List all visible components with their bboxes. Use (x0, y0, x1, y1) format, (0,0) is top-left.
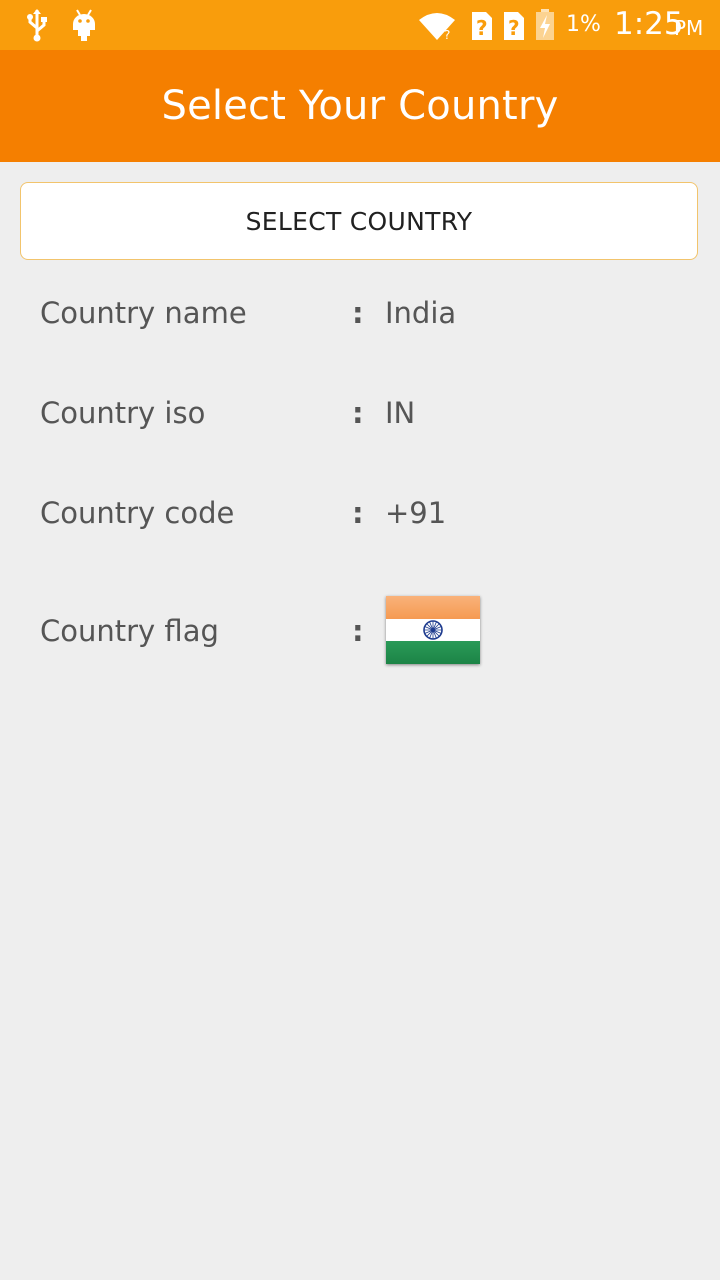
country-code-label: Country code (40, 496, 235, 530)
country-name-value: India (385, 296, 457, 330)
country-code-value: +91 (385, 496, 447, 530)
android-icon (70, 8, 98, 47)
sim-unknown-icon: ? (502, 10, 526, 47)
separator: : (352, 396, 364, 430)
country-name-row: Country name : India (40, 293, 700, 333)
battery-charging-icon (534, 8, 556, 47)
country-name-label: Country name (40, 296, 247, 330)
app-bar: Select Your Country (0, 50, 720, 162)
country-iso-row: Country iso : IN (40, 393, 700, 433)
svg-text:?: ? (508, 16, 520, 40)
separator: : (352, 296, 364, 330)
country-iso-value: IN (385, 396, 416, 430)
battery-percent: 1% (566, 12, 601, 37)
wifi-icon: ? (418, 12, 456, 45)
country-code-row: Country code : +91 (40, 493, 700, 533)
country-flag-row: Country flag : (40, 611, 700, 651)
sim-unknown-icon: ? (470, 10, 494, 47)
status-bar: ? ? ? 1% 1:25 PM (0, 0, 720, 50)
country-flag-label: Country flag (40, 614, 219, 648)
svg-text:?: ? (444, 28, 450, 40)
status-ampm: PM (674, 16, 704, 40)
svg-text:?: ? (476, 16, 488, 40)
country-iso-label: Country iso (40, 396, 206, 430)
separator: : (352, 614, 364, 648)
select-country-button[interactable]: SELECT COUNTRY (20, 182, 698, 260)
india-flag-icon (386, 596, 480, 664)
separator: : (352, 496, 364, 530)
select-country-button-label: SELECT COUNTRY (245, 206, 473, 236)
usb-icon (24, 8, 50, 47)
page-title: Select Your Country (161, 83, 559, 129)
